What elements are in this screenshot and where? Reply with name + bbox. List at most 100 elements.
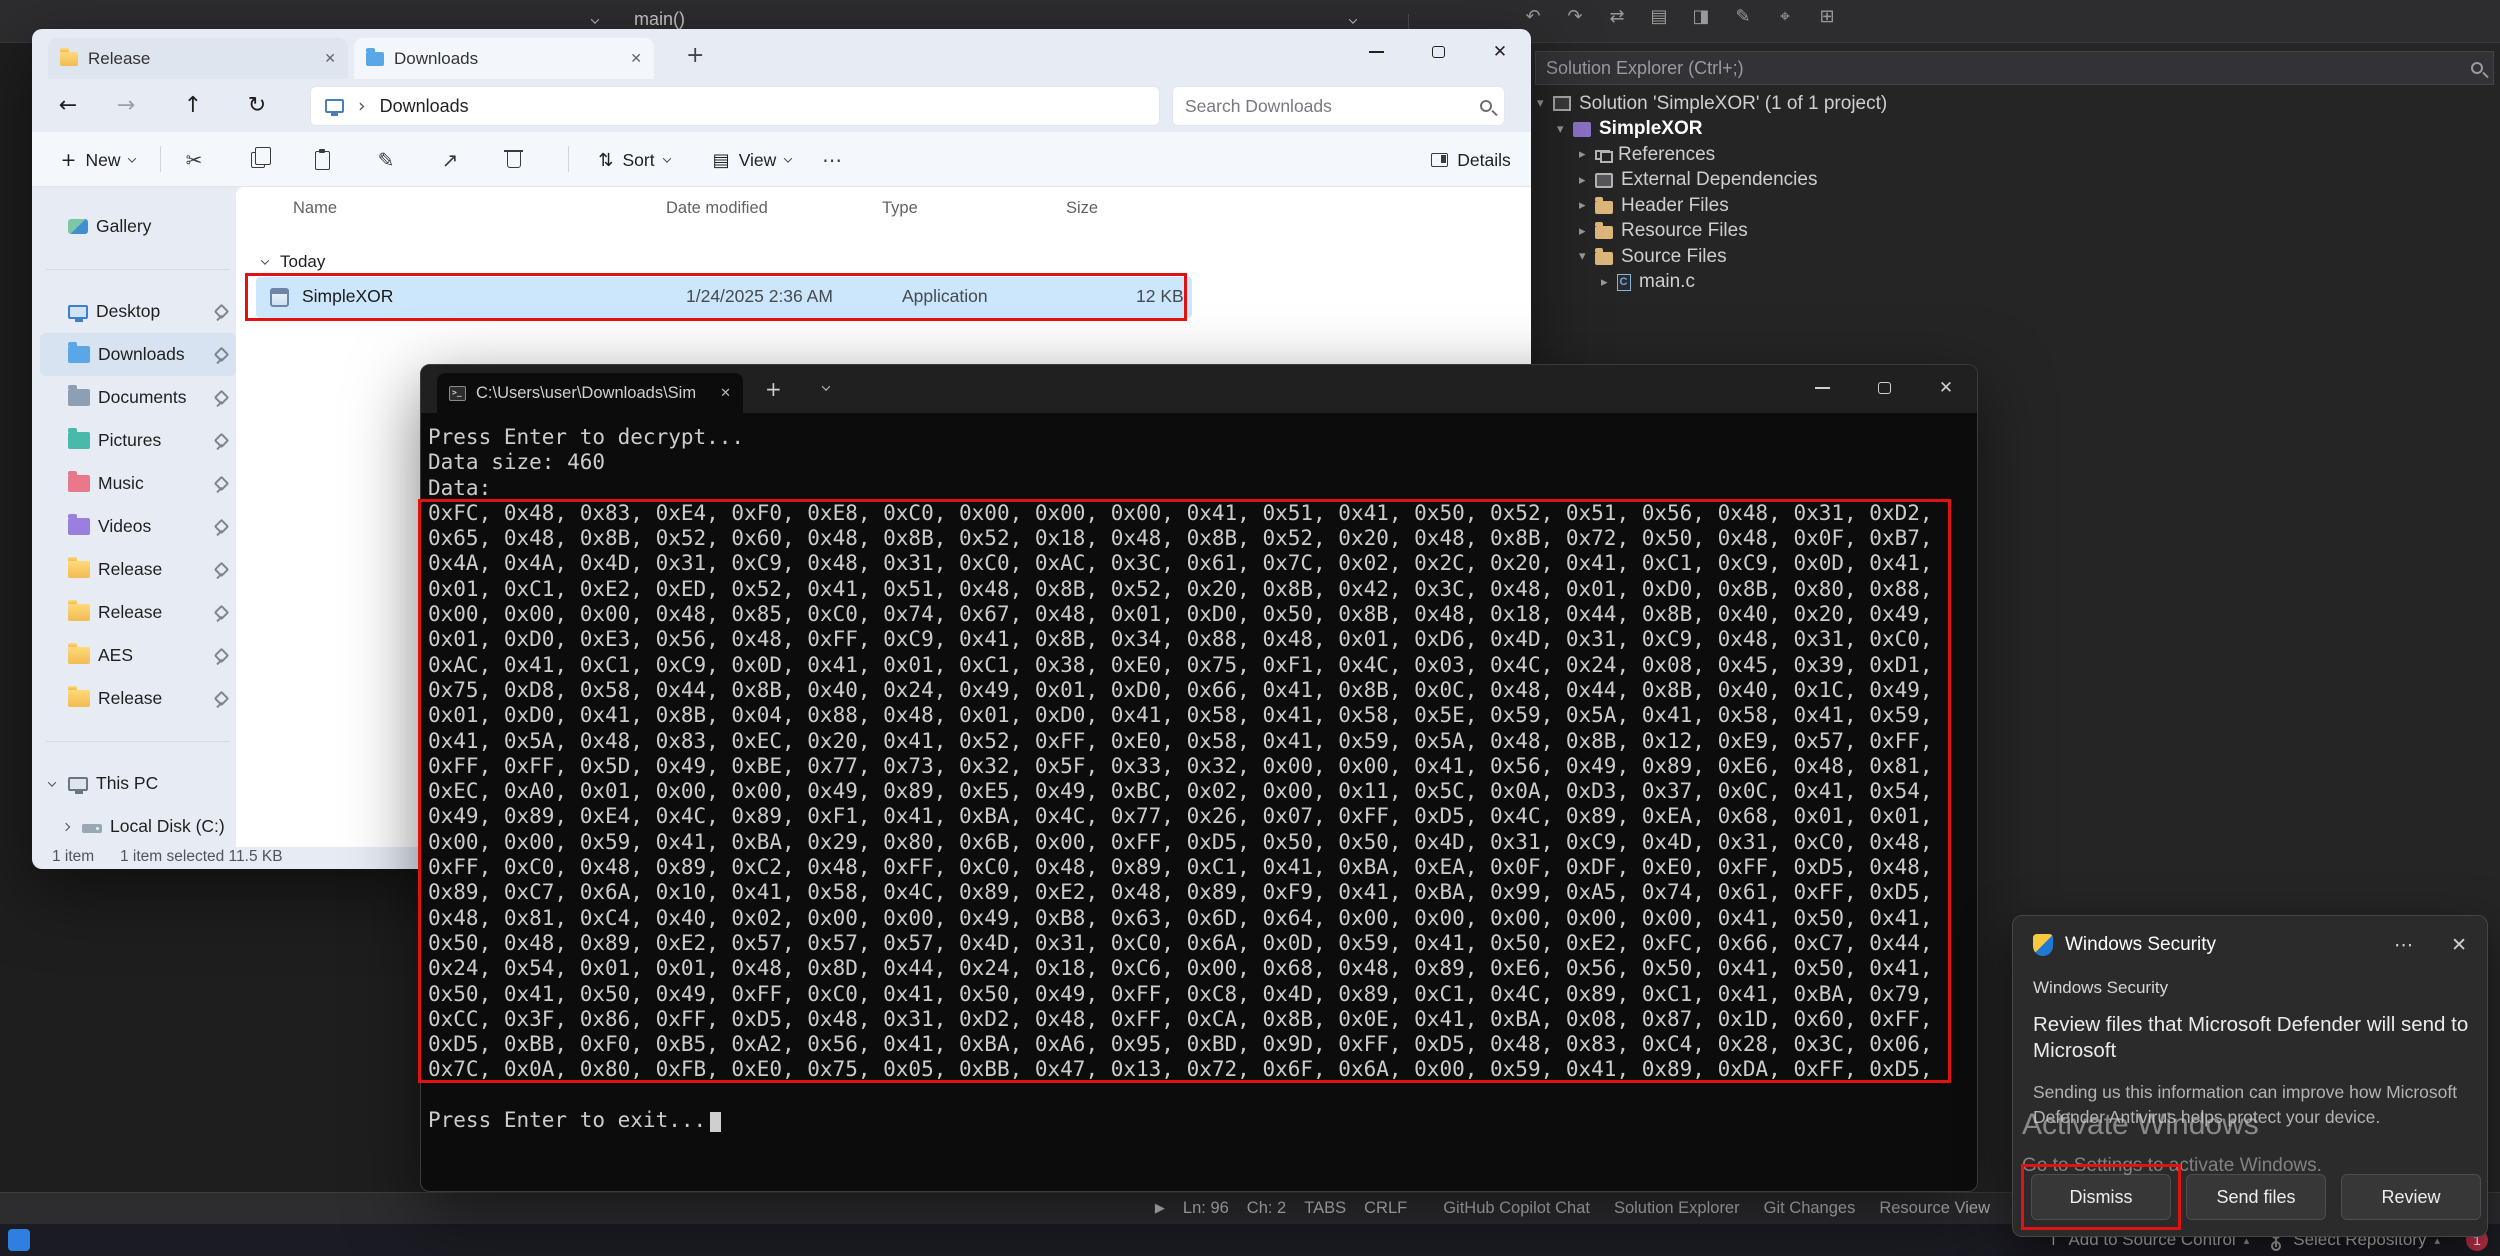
folder-icon — [1595, 226, 1613, 239]
expander-closed-icon[interactable]: ▸ — [1601, 275, 1617, 290]
chevron-down-icon[interactable] — [44, 781, 60, 787]
forward-button[interactable]: → — [108, 89, 144, 123]
expander-open-icon[interactable]: ▾ — [1579, 249, 1595, 264]
close-button[interactable]: ✕ — [1915, 365, 1977, 411]
eol-indicator[interactable]: CRLF — [1364, 1199, 1407, 1218]
sidebar-item-gallery[interactable]: Gallery — [40, 205, 236, 248]
terminal-tab[interactable]: C:\Users\user\Downloads\Sim ✕ — [437, 373, 743, 413]
tree-item-external-dependencies[interactable]: ▸External Dependencies — [1529, 168, 2500, 194]
expander-closed-icon[interactable]: ▸ — [1579, 198, 1595, 213]
expander-open-icon[interactable]: ▾ — [1537, 96, 1553, 111]
toolbar-icon-3[interactable]: ▤ — [1646, 6, 1672, 27]
sidebar-item-desktop[interactable]: Desktop — [40, 290, 236, 333]
rename-button[interactable]: ✎ — [364, 141, 408, 179]
toolbar-icon-4[interactable]: ◨ — [1688, 6, 1714, 27]
group-header-today[interactable]: Today — [262, 247, 325, 277]
minimize-button[interactable] — [1791, 365, 1853, 411]
sidebar-item-downloads[interactable]: Downloads — [40, 333, 236, 376]
sidebar-item-release[interactable]: Release — [40, 591, 236, 634]
tree-item-simplexor[interactable]: ▾SimpleXOR — [1529, 117, 2500, 143]
sidebar-item-local-disk-c[interactable]: Local Disk (C:) — [40, 805, 236, 848]
solution-explorer-search[interactable]: Solution Explorer (Ctrl+;) — [1535, 51, 2494, 85]
cut-button[interactable]: ✂ — [172, 141, 216, 179]
pin-icon — [214, 348, 228, 362]
column-date-modified[interactable]: Date modified — [666, 199, 768, 218]
toolbar-icon-5[interactable]: ✎ — [1730, 6, 1756, 27]
address-bar[interactable]: › Downloads — [310, 86, 1160, 126]
sidebar-item-release[interactable]: Release — [40, 548, 236, 591]
toolbar-icon-2[interactable]: ⇄ — [1604, 6, 1630, 27]
explorer-tab-release[interactable]: Release ✕ — [48, 38, 348, 79]
tree-item-header-files[interactable]: ▸Header Files — [1529, 193, 2500, 219]
close-tab-icon[interactable]: ✕ — [630, 51, 642, 67]
sidebar-item-release[interactable]: Release — [40, 677, 236, 720]
refresh-button[interactable]: ↻ — [239, 89, 275, 123]
sidebar-item-pictures[interactable]: Pictures — [40, 419, 236, 462]
panel-tab-resource-view[interactable]: Resource View — [1879, 1199, 1990, 1218]
sidebar-item-videos[interactable]: Videos — [40, 505, 236, 548]
maximize-button[interactable] — [1853, 365, 1915, 411]
sidebar-item-documents[interactable]: Documents — [40, 376, 236, 419]
function-dropdown[interactable]: main() — [634, 9, 685, 30]
close-button[interactable]: ✕ — [1469, 29, 1531, 75]
close-tab-icon[interactable]: ✕ — [720, 386, 731, 401]
windows-security-shield-icon — [2033, 934, 2053, 956]
column-name[interactable]: Name — [293, 199, 337, 218]
panel-tab-git-changes[interactable]: Git Changes — [1764, 1199, 1856, 1218]
tree-item-solution-simplexor-1-of-1-project[interactable]: ▾Solution 'SimpleXOR' (1 of 1 project) — [1529, 91, 2500, 117]
sidebar-item-this-pc[interactable]: This PC — [40, 762, 236, 805]
close-dialog-button[interactable]: ✕ — [2451, 934, 2467, 956]
tree-item-resource-files[interactable]: ▸Resource Files — [1529, 219, 2500, 245]
send-files-button[interactable]: Send files — [2186, 1174, 2326, 1220]
chevron-right-icon[interactable] — [58, 824, 74, 830]
expander-closed-icon[interactable]: ▸ — [1579, 147, 1595, 162]
new-tab-button[interactable]: + — [686, 43, 704, 68]
sidebar-item-aes[interactable]: AES — [40, 634, 236, 677]
more-options-button[interactable]: ⋯ — [810, 141, 854, 179]
details-button[interactable]: Details — [1417, 141, 1525, 179]
column-size[interactable]: Size — [1066, 199, 1098, 218]
feedback-icon[interactable] — [8, 1229, 30, 1251]
dismiss-button[interactable]: Dismiss — [2031, 1174, 2171, 1220]
tab-dropdown-icon[interactable] — [822, 382, 830, 390]
panel-tab-solution-explorer[interactable]: Solution Explorer — [1614, 1199, 1740, 1218]
file-row-simplexor[interactable]: SimpleXOR 1/24/2025 2:36 AM Application … — [256, 277, 1192, 318]
run-icon[interactable]: ▶ — [1155, 1201, 1165, 1216]
new-button[interactable]: + New — [48, 141, 148, 179]
search-box[interactable]: Search Downloads — [1172, 86, 1505, 126]
maximize-button[interactable] — [1407, 29, 1469, 75]
toolbar-icon-6[interactable]: ⌖ — [1772, 6, 1798, 27]
explorer-tab-downloads[interactable]: Downloads ✕ — [354, 38, 654, 79]
search-input[interactable]: Solution Explorer (Ctrl+;) — [1546, 58, 2471, 79]
delete-button[interactable] — [492, 141, 536, 179]
paste-button[interactable] — [300, 141, 344, 179]
share-button[interactable]: ↗ — [428, 141, 472, 179]
tree-item-main-c[interactable]: ▸main.c — [1529, 270, 2500, 296]
toolbar-icon-1[interactable]: ↷ — [1562, 6, 1588, 27]
panel-tab-github-copilot-chat[interactable]: GitHub Copilot Chat — [1443, 1199, 1590, 1218]
up-button[interactable]: ↑ — [175, 89, 211, 123]
copy-button[interactable] — [236, 141, 280, 179]
view-button[interactable]: ▤ View — [700, 141, 804, 179]
tree-item-source-files[interactable]: ▾Source Files — [1529, 244, 2500, 270]
expander-open-icon[interactable]: ▾ — [1557, 122, 1573, 137]
new-tab-button[interactable]: + — [765, 377, 782, 401]
chevron-down-icon[interactable] — [1349, 15, 1357, 23]
column-type[interactable]: Type — [882, 199, 918, 218]
expander-closed-icon[interactable]: ▸ — [1579, 173, 1595, 188]
close-tab-icon[interactable]: ✕ — [324, 51, 336, 67]
toolbar-icon-7[interactable]: ⊞ — [1814, 6, 1840, 27]
breadcrumb[interactable]: Downloads — [380, 96, 469, 117]
tree-item-references[interactable]: ▸References — [1529, 142, 2500, 168]
chevron-down-icon[interactable] — [591, 15, 599, 23]
more-options-icon[interactable]: ⋯ — [2394, 934, 2413, 956]
review-button[interactable]: Review — [2341, 1174, 2481, 1220]
minimize-button[interactable] — [1345, 29, 1407, 75]
toolbar-icon-0[interactable]: ↶ — [1520, 6, 1546, 27]
indent-indicator[interactable]: TABS — [1304, 1199, 1346, 1218]
sidebar-item-music[interactable]: Music — [40, 462, 236, 505]
sort-button[interactable]: ⇅ Sort — [584, 141, 684, 179]
expander-closed-icon[interactable]: ▸ — [1579, 224, 1595, 239]
search-input[interactable]: Search Downloads — [1185, 96, 1480, 117]
back-button[interactable]: ← — [50, 89, 86, 123]
